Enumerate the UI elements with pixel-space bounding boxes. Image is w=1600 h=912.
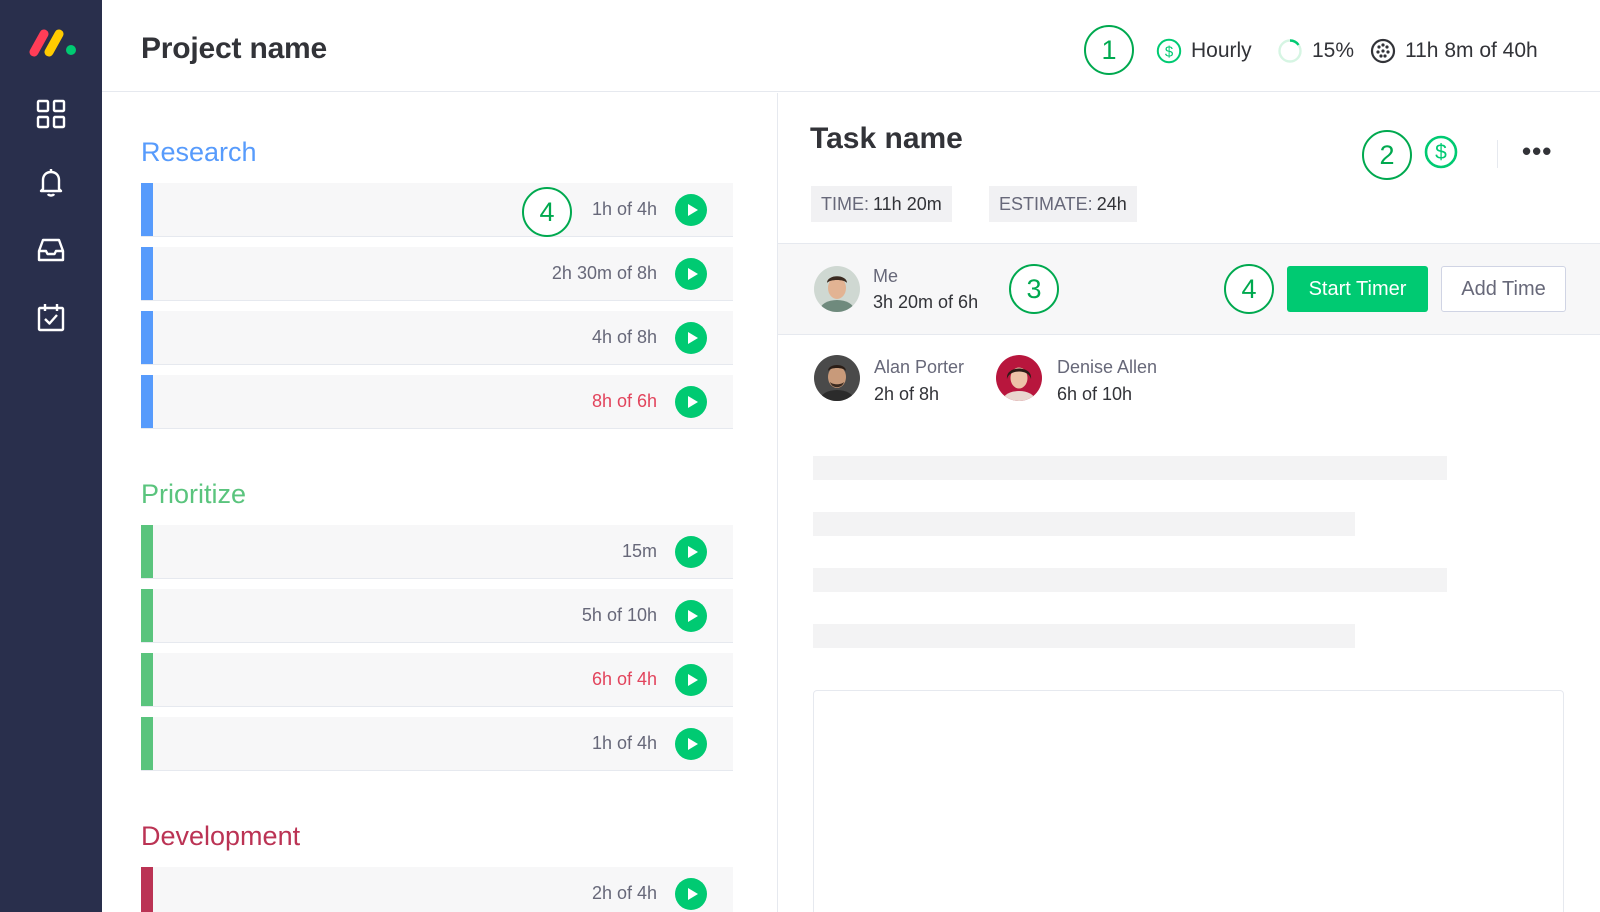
task-row[interactable]: 1h of 4h bbox=[141, 183, 733, 237]
callout-marker: 1 bbox=[1084, 25, 1134, 75]
more-options-icon[interactable]: ••• bbox=[1522, 136, 1552, 167]
task-time: 8h of 6h bbox=[591, 391, 657, 411]
toolbar-separator bbox=[1497, 140, 1498, 168]
skeleton-line bbox=[813, 568, 1447, 592]
task-time: 15m bbox=[621, 541, 657, 561]
progress-indicator: 15% bbox=[1277, 36, 1354, 66]
avatar bbox=[814, 355, 860, 401]
billing-type[interactable]: $ Hourly bbox=[1156, 36, 1252, 66]
task-row[interactable]: 15m bbox=[141, 525, 733, 579]
play-icon[interactable] bbox=[675, 728, 707, 760]
notes-textbox[interactable] bbox=[813, 690, 1564, 912]
time-summary-label: 11h 8m of 40h bbox=[1405, 39, 1538, 62]
play-icon[interactable] bbox=[675, 600, 707, 632]
billing-label: Hourly bbox=[1191, 39, 1252, 62]
group-color-bar bbox=[141, 525, 153, 578]
task-time: 4h of 8h bbox=[591, 327, 657, 347]
billable-dollar-icon[interactable]: $ bbox=[1424, 135, 1458, 169]
task-row[interactable]: 6h of 4h bbox=[141, 653, 733, 707]
avatar bbox=[996, 355, 1042, 401]
monday-logo-icon[interactable] bbox=[28, 26, 80, 58]
skeleton-line bbox=[813, 456, 1447, 480]
play-icon[interactable] bbox=[675, 258, 707, 290]
bell-icon[interactable] bbox=[35, 166, 67, 198]
me-time: 3h 20m of 6h bbox=[873, 292, 979, 312]
callout-marker: 3 bbox=[1009, 264, 1059, 314]
estimate-chip-value: 24h bbox=[1096, 193, 1127, 214]
estimate-chip: ESTIMATE: 24h bbox=[989, 186, 1137, 222]
header: Project name 1 $ Hourly 15% 11h 8m of 40… bbox=[102, 0, 1600, 92]
progress-ring-icon bbox=[1278, 39, 1302, 63]
group-color-bar bbox=[141, 589, 153, 642]
group-color-bar bbox=[141, 247, 153, 300]
sidebar bbox=[0, 0, 102, 912]
group-color-bar bbox=[141, 717, 153, 770]
time-chip-label: TIME: bbox=[821, 193, 869, 214]
add-time-button[interactable]: Add Time bbox=[1441, 266, 1566, 312]
skeleton-line bbox=[813, 624, 1355, 648]
play-icon[interactable] bbox=[675, 194, 707, 226]
task-time: 1h of 4h bbox=[591, 199, 657, 219]
play-icon[interactable] bbox=[675, 878, 707, 910]
grid-icon[interactable] bbox=[35, 98, 67, 130]
play-icon[interactable] bbox=[675, 536, 707, 568]
group-title[interactable]: Prioritize bbox=[141, 479, 246, 510]
task-time: 6h of 4h bbox=[591, 669, 657, 689]
svg-text:$: $ bbox=[1435, 141, 1447, 164]
play-icon[interactable] bbox=[675, 386, 707, 418]
me-name: Me bbox=[873, 266, 899, 286]
person-time: 6h of 10h bbox=[1057, 384, 1133, 404]
task-row[interactable]: 1h of 4h bbox=[141, 717, 733, 771]
pane-divider bbox=[777, 93, 778, 912]
time-summary-icon bbox=[1370, 38, 1396, 64]
callout-marker: 2 bbox=[1362, 130, 1412, 180]
start-timer-button[interactable]: Start Timer bbox=[1287, 266, 1428, 312]
task-row[interactable]: 4h of 8h bbox=[141, 311, 733, 365]
project-title: Project name bbox=[141, 32, 328, 65]
callout-marker: 4 bbox=[1224, 264, 1274, 314]
group-color-bar bbox=[141, 183, 153, 236]
task-row[interactable]: 8h of 6h bbox=[141, 375, 733, 429]
task-list-pane: Research 1h of 4h 2h 30m of 8h 4h of 8h 8h o… bbox=[102, 93, 778, 912]
group-title[interactable]: Research bbox=[141, 137, 257, 168]
group-color-bar bbox=[141, 375, 153, 428]
task-time: 5h of 10h bbox=[581, 605, 657, 625]
time-chip: TIME: 11h 20m bbox=[811, 186, 952, 222]
svg-text:$: $ bbox=[1165, 44, 1174, 61]
progress-label: 15% bbox=[1312, 39, 1355, 62]
task-row[interactable]: 2h 30m of 8h bbox=[141, 247, 733, 301]
task-time: 2h 30m of 8h bbox=[551, 263, 657, 283]
group-color-bar bbox=[141, 867, 153, 912]
inbox-icon[interactable] bbox=[35, 234, 67, 266]
avatar bbox=[814, 266, 860, 312]
task-time: 1h of 4h bbox=[591, 733, 657, 753]
person-name: Alan Porter bbox=[874, 357, 965, 377]
person-time: 2h of 8h bbox=[874, 384, 940, 404]
time-chip-value: 11h 20m bbox=[873, 193, 942, 214]
group-title[interactable]: Development bbox=[141, 821, 300, 852]
skeleton-line bbox=[813, 512, 1355, 536]
play-icon[interactable] bbox=[675, 322, 707, 354]
dollar-circle-icon: $ bbox=[1156, 38, 1182, 64]
person-name: Denise Allen bbox=[1057, 357, 1158, 377]
calendar-check-icon[interactable] bbox=[35, 302, 67, 334]
group-color-bar bbox=[141, 653, 153, 706]
play-icon[interactable] bbox=[675, 664, 707, 696]
time-summary: 11h 8m of 40h bbox=[1370, 36, 1538, 66]
task-row[interactable]: 5h of 10h bbox=[141, 589, 733, 643]
task-row[interactable]: 2h of 4h bbox=[141, 867, 733, 912]
callout-marker: 4 bbox=[522, 187, 572, 237]
task-time: 2h of 4h bbox=[591, 883, 657, 903]
task-title: Task name bbox=[810, 122, 963, 155]
group-color-bar bbox=[141, 311, 153, 364]
estimate-chip-label: ESTIMATE: bbox=[999, 193, 1093, 214]
